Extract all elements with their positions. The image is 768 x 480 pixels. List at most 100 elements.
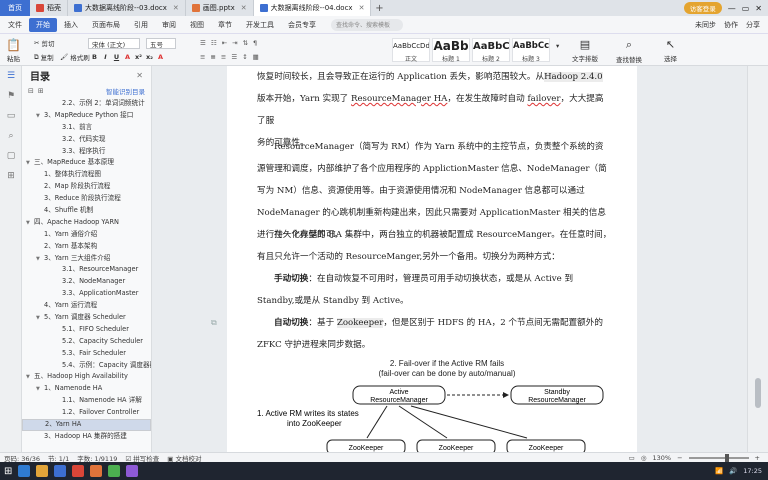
toc-item[interactable]: 5.1、FIFO Scheduler: [22, 324, 151, 336]
bold-button[interactable]: B: [90, 53, 99, 61]
toc-item[interactable]: 1.1、Namenode HA 详解: [22, 395, 151, 407]
toc-item[interactable]: 3、Reduce 阶段执行流程: [22, 193, 151, 205]
font-color-button[interactable]: A: [123, 53, 132, 61]
text-layout-button[interactable]: ▤ 文字排版: [572, 38, 598, 63]
zoom-level[interactable]: 130%: [653, 454, 672, 462]
sync-status[interactable]: 未同步: [695, 20, 716, 30]
menu-view[interactable]: 视图: [183, 20, 211, 30]
zoom-out-button[interactable]: −: [677, 454, 682, 462]
toc-item[interactable]: ▼ 3、Yarn 三大组件介绍: [22, 253, 151, 265]
chevron-down-icon[interactable]: ▼: [36, 313, 44, 324]
style-heading-3[interactable]: AaBbCc 标题 3: [512, 38, 550, 63]
numbered-list-icon[interactable]: ☷: [211, 39, 217, 47]
view-mode-icon[interactable]: ▭: [629, 454, 635, 462]
toc-item[interactable]: 5.2、Capacity Scheduler: [22, 336, 151, 348]
toc-item[interactable]: 3.1、ResourceManager: [22, 264, 151, 276]
sort-icon[interactable]: ⇅: [243, 39, 248, 47]
shading-icon[interactable]: ▦: [253, 53, 259, 61]
toc-item[interactable]: ▼ 5、Yarn 调度器 Scheduler: [22, 312, 151, 324]
italic-button[interactable]: I: [101, 53, 110, 61]
superscript-button[interactable]: x²: [134, 53, 143, 61]
ide-icon[interactable]: [126, 465, 139, 477]
toc-item[interactable]: 4、Shuffle 机制: [22, 205, 151, 217]
menu-start[interactable]: 开始: [29, 17, 57, 32]
smart-toc-button[interactable]: 智能识别目录: [106, 86, 145, 96]
close-icon[interactable]: ✕: [173, 4, 179, 12]
zoom-in-button[interactable]: +: [755, 454, 760, 462]
align-center-icon[interactable]: ≣: [210, 53, 215, 61]
toc-item[interactable]: ▼ 1、Namenode HA: [22, 383, 151, 395]
select-button[interactable]: ↖ 选择: [664, 38, 677, 63]
search-panel-icon[interactable]: ⌕: [0, 126, 22, 146]
volume-icon[interactable]: 🔊: [729, 467, 737, 475]
minimize-icon[interactable]: —: [728, 4, 736, 13]
menu-devtools[interactable]: 开发工具: [239, 20, 281, 30]
style-heading-1[interactable]: AaBb 标题 1: [432, 38, 470, 63]
menu-chapter[interactable]: 章节: [211, 20, 239, 30]
toc-item[interactable]: 1、整体执行流程图: [22, 169, 151, 181]
web-view-icon[interactable]: ◎: [641, 454, 647, 462]
tab-doc-04[interactable]: 大数据离线阶段--04.docx ✕: [253, 0, 372, 16]
toc-item[interactable]: 3.1、前言: [22, 122, 151, 134]
subscript-button[interactable]: x₂: [145, 53, 154, 61]
toc-item[interactable]: 3.3、ApplicationMaster: [22, 288, 151, 300]
ppt-app-icon[interactable]: [90, 465, 103, 477]
expand-icon[interactable]: ⊞: [38, 87, 44, 95]
menu-layout[interactable]: 页面布局: [85, 20, 127, 30]
folder-icon[interactable]: [36, 465, 49, 477]
bookmark-icon[interactable]: ⚑: [0, 86, 22, 106]
grid-icon[interactable]: ⊞: [0, 166, 22, 186]
menu-review[interactable]: 审阅: [155, 20, 183, 30]
find-replace-button[interactable]: ⌕ 查找替换: [616, 38, 642, 64]
toc-item[interactable]: ▼ 四、Apache Hadoop YARN: [22, 217, 151, 229]
toc-item[interactable]: 4、Yarn 运行流程: [22, 300, 151, 312]
toc-item[interactable]: 3.2、代码实现: [22, 134, 151, 146]
zoom-slider[interactable]: [688, 453, 749, 462]
chevron-down-icon[interactable]: ▼: [36, 111, 44, 122]
tab-doc-03[interactable]: 大数据离线阶段--03.docx ✕: [68, 0, 186, 16]
close-window-icon[interactable]: ✕: [755, 4, 762, 13]
justify-icon[interactable]: ☰: [231, 53, 237, 61]
format-painter-button[interactable]: 🖌 格式刷: [60, 52, 90, 62]
menu-reference[interactable]: 引用: [127, 20, 155, 30]
toc-item[interactable]: 5.4、示例：Capacity 调度器配置: [22, 360, 151, 372]
home-tab[interactable]: 首页: [0, 0, 30, 16]
login-button[interactable]: 访客登录: [683, 2, 722, 14]
collapse-icon[interactable]: ⊟: [28, 87, 34, 95]
browser-icon[interactable]: [18, 465, 31, 477]
proofread-button[interactable]: ▣ 文档校对: [167, 453, 201, 463]
toc-item[interactable]: 3.3、程序执行: [22, 146, 151, 158]
more-styles-button[interactable]: ▾: [556, 42, 559, 50]
chevron-down-icon[interactable]: ▼: [26, 158, 34, 169]
chevron-down-icon[interactable]: ▼: [26, 372, 34, 383]
paragraph-handle-icon[interactable]: ⧉: [211, 318, 217, 328]
comment-icon[interactable]: ▢: [0, 146, 22, 166]
line-spacing-icon[interactable]: ↕: [242, 53, 247, 61]
indent-decrease-icon[interactable]: ⇤: [222, 39, 227, 47]
toc-item[interactable]: 1、Yarn 通俗介绍: [22, 229, 151, 241]
bullet-list-icon[interactable]: ☰: [200, 39, 206, 47]
toc-item[interactable]: 2.2、示例 2：单词词频统计: [22, 98, 151, 110]
tab-daoke[interactable]: 稻壳: [30, 0, 68, 16]
close-icon[interactable]: ✕: [241, 4, 247, 12]
paste-button[interactable]: 📋 粘贴: [6, 38, 21, 63]
command-search-input[interactable]: 查找命令、搜索模板: [331, 18, 403, 31]
style-normal[interactable]: AaBbCcDd 正文: [392, 38, 430, 63]
menu-file[interactable]: 文件: [0, 20, 29, 30]
collab-button[interactable]: 协作: [724, 20, 738, 30]
tab-pptx[interactable]: 画图.pptx ✕: [186, 0, 254, 16]
font-size-select[interactable]: 五号: [146, 38, 176, 49]
show-marks-icon[interactable]: ¶: [253, 39, 257, 47]
chevron-down-icon[interactable]: ▼: [36, 254, 44, 265]
menu-member[interactable]: 会员专享: [281, 20, 323, 30]
highlight-button[interactable]: A: [156, 53, 165, 61]
share-button[interactable]: 分享: [746, 20, 760, 30]
wps-icon[interactable]: [72, 465, 85, 477]
page-indicator[interactable]: 页码: 36/36: [4, 453, 40, 463]
chevron-down-icon[interactable]: ▼: [36, 384, 44, 395]
close-icon[interactable]: ✕: [359, 4, 365, 12]
toc-item[interactable]: ▼ 五、Hadoop High Availability: [22, 371, 151, 383]
toc-item[interactable]: ▼ 三、MapReduce 基本原理: [22, 157, 151, 169]
new-tab-button[interactable]: +: [371, 3, 387, 14]
align-left-icon[interactable]: ≡: [200, 53, 205, 61]
